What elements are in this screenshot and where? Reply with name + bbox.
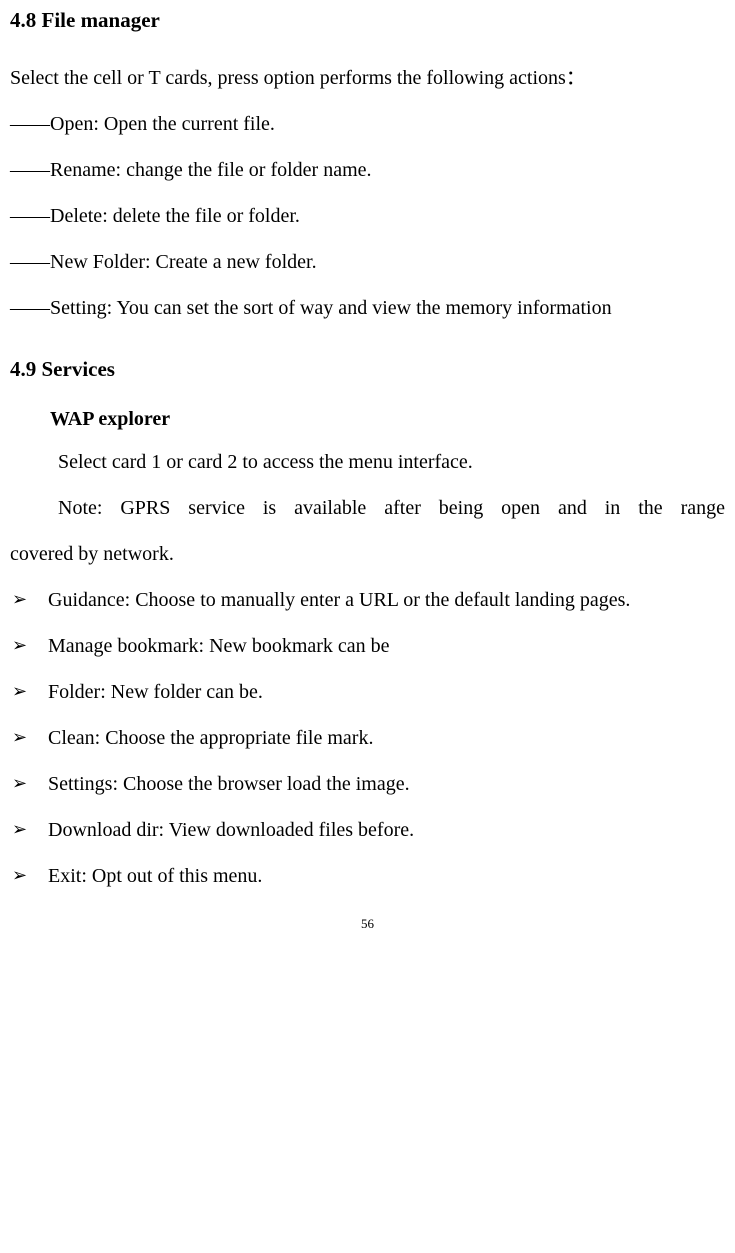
bullet-content: Manage bookmark: New bookmark can be: [48, 623, 725, 669]
bullet-item: ➢ Download dir: View downloaded files be…: [10, 807, 725, 853]
page-number: 56: [10, 917, 725, 930]
bullet-content: Clean: Choose the appropriate file mark.: [48, 715, 725, 761]
bullet-marker-icon: ➢: [10, 761, 48, 807]
section-heading-48: 4.8 File manager: [10, 6, 725, 35]
wap-explorer-subheading: WAP explorer: [10, 405, 725, 433]
dash-item: ——Setting: You can set the sort of way a…: [10, 285, 725, 331]
bullet-item: ➢ Exit: Opt out of this menu.: [10, 853, 725, 899]
dash-item: ——Open: Open the current file.: [10, 101, 725, 147]
section-48-intro: Select the cell or T cards, press option…: [10, 55, 725, 101]
wap-note: Note: GPRS service is available after be…: [10, 485, 725, 577]
bullet-content: Guidance: Choose to manually enter a URL…: [48, 577, 725, 623]
dash-item: ——New Folder: Create a new folder.: [10, 239, 725, 285]
bullet-item: ➢ Manage bookmark: New bookmark can be: [10, 623, 725, 669]
bullet-marker-icon: ➢: [10, 807, 48, 853]
bullet-content: Exit: Opt out of this menu.: [48, 853, 725, 899]
bullet-marker-icon: ➢: [10, 853, 48, 899]
bullet-content: Folder: New folder can be.: [48, 669, 725, 715]
bullet-marker-icon: ➢: [10, 623, 48, 669]
bullet-content: Settings: Choose the browser load the im…: [48, 761, 725, 807]
wap-note-first-line: Note: GPRS service is available after be…: [10, 485, 725, 531]
bullet-marker-icon: ➢: [10, 669, 48, 715]
wap-line-1: Select card 1 or card 2 to access the me…: [10, 439, 725, 485]
bullet-item: ➢ Clean: Choose the appropriate file mar…: [10, 715, 725, 761]
dash-item: ——Rename: change the file or folder name…: [10, 147, 725, 193]
section-heading-49: 4.9 Services: [10, 355, 725, 384]
bullet-marker-icon: ➢: [10, 577, 48, 623]
dash-item: ——Delete: delete the file or folder.: [10, 193, 725, 239]
bullet-item: ➢ Folder: New folder can be.: [10, 669, 725, 715]
bullet-item: ➢ Guidance: Choose to manually enter a U…: [10, 577, 725, 623]
bullet-item: ➢ Settings: Choose the browser load the …: [10, 761, 725, 807]
wap-note-rest: covered by network.: [10, 543, 174, 565]
bullet-content: Download dir: View downloaded files befo…: [48, 807, 725, 853]
bullet-marker-icon: ➢: [10, 715, 48, 761]
